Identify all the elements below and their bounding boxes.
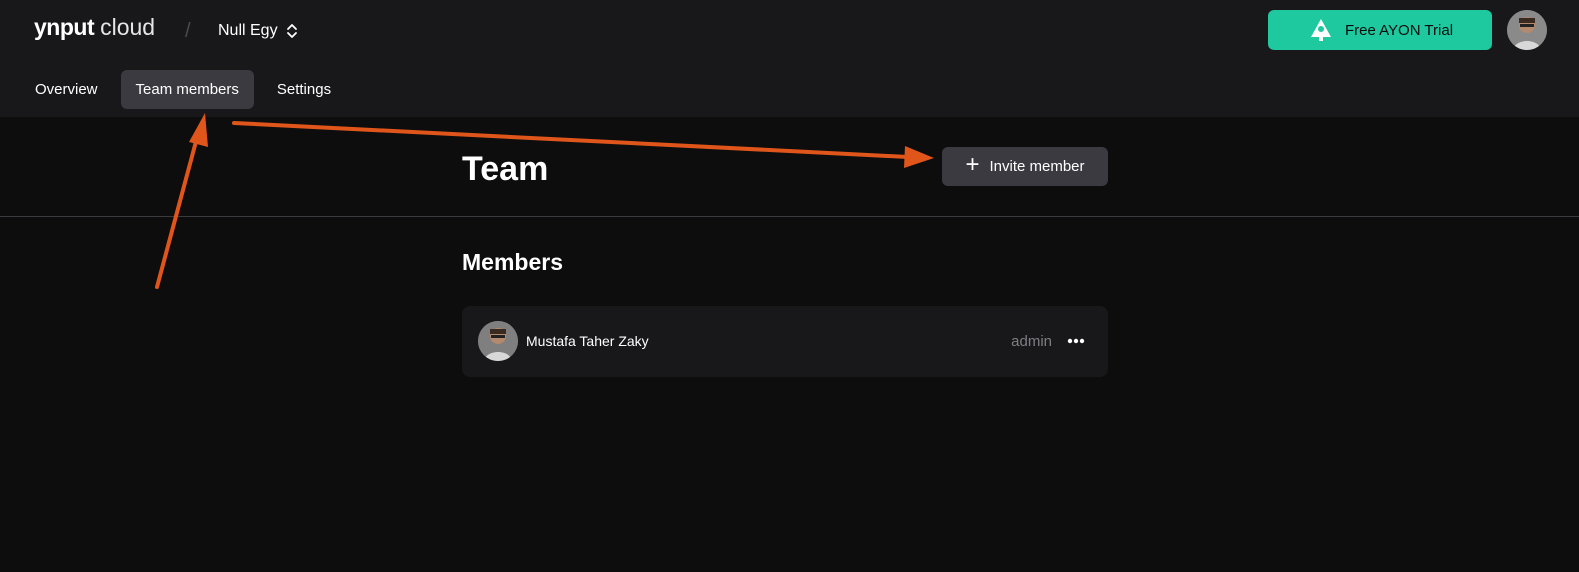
tab-overview[interactable]: Overview [20, 70, 113, 109]
member-avatar-photo [478, 321, 518, 361]
members-heading: Members [462, 249, 563, 275]
breadcrumb-separator: / [185, 20, 191, 42]
tab-settings[interactable]: Settings [262, 70, 346, 109]
logo-cloud-text: cloud [100, 14, 156, 40]
tab-bar: Overview Team members Settings [20, 70, 346, 109]
free-trial-label: Free AYON Trial [1344, 21, 1454, 39]
avatar-photo [1507, 10, 1547, 50]
org-switcher[interactable]: Null Egy [218, 20, 298, 42]
ynput-cloud-logo[interactable]: ynput cloud [34, 14, 155, 44]
member-row[interactable]: Mustafa Taher Zaky admin [462, 306, 1108, 377]
annotation-arrow-right [232, 121, 934, 168]
logo-wordmark: ynput [34, 14, 95, 40]
page-title: Team [462, 150, 549, 188]
section-divider [0, 216, 1579, 217]
ayon-logo-icon [1310, 19, 1331, 41]
free-trial-button[interactable]: Free AYON Trial [1268, 10, 1492, 50]
tab-team-members[interactable]: Team members [120, 70, 254, 109]
top-bar: ynput cloud / Null Egy Free AYON Trial O… [0, 0, 1579, 117]
member-avatar [478, 321, 518, 361]
updown-chevrons-icon [286, 24, 297, 38]
member-role: admin [1011, 333, 1052, 350]
annotation-arrow-up [155, 113, 208, 289]
more-dots-icon[interactable] [1066, 332, 1086, 350]
invite-member-button[interactable]: + Invite member [942, 147, 1108, 186]
user-avatar[interactable] [1507, 10, 1547, 50]
org-name: Null Egy [218, 22, 278, 39]
plus-icon: + [965, 151, 980, 178]
invite-member-label: Invite member [989, 158, 1085, 175]
member-name: Mustafa Taher Zaky [526, 333, 649, 349]
